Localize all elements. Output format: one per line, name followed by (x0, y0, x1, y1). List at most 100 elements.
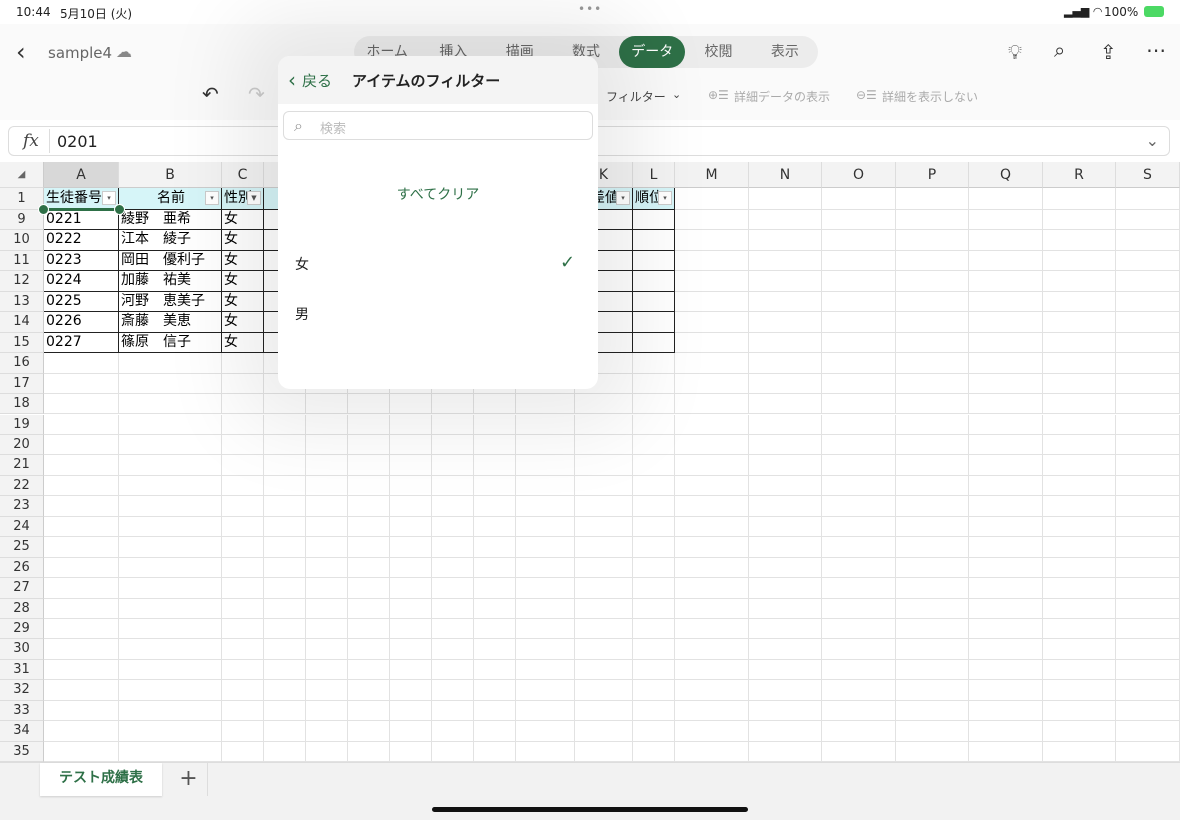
cell-N30[interactable] (749, 639, 822, 660)
filter-item-female[interactable]: 女 ✓ (278, 252, 598, 278)
column-header-O[interactable]: O (822, 162, 896, 188)
row-header-35[interactable]: 35 (0, 741, 44, 762)
cell-K21[interactable] (575, 455, 633, 476)
cell-L23[interactable] (633, 496, 675, 517)
row-header-18[interactable]: 18 (0, 394, 44, 415)
cell-Q28[interactable] (969, 598, 1043, 619)
cell-Q17[interactable] (969, 373, 1043, 395)
cell-B24[interactable] (119, 516, 222, 538)
cell-R30[interactable] (1043, 639, 1116, 660)
cell-B25[interactable] (119, 537, 222, 558)
row-header-21[interactable]: 21 (0, 455, 44, 476)
cell-P25[interactable] (896, 537, 969, 558)
cell-A32[interactable] (44, 680, 119, 701)
cell-G20[interactable] (390, 434, 432, 456)
cell-Q30[interactable] (969, 639, 1043, 660)
cell-S27[interactable] (1116, 578, 1180, 599)
cell-G23[interactable] (390, 496, 432, 517)
cell-C28[interactable] (222, 598, 264, 619)
cell-A35[interactable] (44, 741, 119, 762)
cell-E19[interactable] (306, 414, 348, 435)
cell-H26[interactable] (432, 557, 474, 579)
cell-I25[interactable] (474, 537, 516, 558)
cell-D32[interactable] (264, 680, 306, 701)
cell-G21[interactable] (390, 455, 432, 476)
cell-Q1[interactable] (969, 188, 1043, 210)
cell-K33[interactable] (575, 700, 633, 722)
cell-I22[interactable] (474, 475, 516, 497)
row-header-15[interactable]: 15 (0, 332, 44, 354)
cell-O19[interactable] (822, 414, 896, 435)
undo-icon[interactable]: ↶ (202, 82, 219, 106)
cell-J29[interactable] (516, 619, 575, 640)
cell-R24[interactable] (1043, 516, 1116, 538)
cell-R20[interactable] (1043, 434, 1116, 456)
cell-R11[interactable] (1043, 250, 1116, 272)
cell-N32[interactable] (749, 680, 822, 701)
hide-detail-button[interactable]: 詳細を表示しない (882, 88, 978, 105)
cell-F31[interactable] (348, 659, 390, 681)
cell-N10[interactable] (749, 230, 822, 251)
cell-S33[interactable] (1116, 700, 1180, 722)
cell-H35[interactable] (432, 741, 474, 762)
cell-M20[interactable] (675, 434, 749, 456)
cell-N17[interactable] (749, 373, 822, 395)
search-input[interactable]: ⌕ 検索 (283, 111, 593, 140)
cell-F34[interactable] (348, 721, 390, 742)
cell-P24[interactable] (896, 516, 969, 538)
cell-Q25[interactable] (969, 537, 1043, 558)
cell-P23[interactable] (896, 496, 969, 517)
cell-C15[interactable]: 女 (222, 332, 264, 354)
cell-C23[interactable] (222, 496, 264, 517)
cell-R14[interactable] (1043, 312, 1116, 333)
cell-A17[interactable] (44, 373, 119, 395)
cell-O28[interactable] (822, 598, 896, 619)
cell-S11[interactable] (1116, 250, 1180, 272)
cell-A16[interactable] (44, 353, 119, 374)
cell-Q10[interactable] (969, 230, 1043, 251)
cell-C22[interactable] (222, 475, 264, 497)
cell-P1[interactable] (896, 188, 969, 210)
cell-L10[interactable] (633, 230, 675, 251)
cell-S14[interactable] (1116, 312, 1180, 333)
cell-C34[interactable] (222, 721, 264, 742)
multitask-dots-icon[interactable]: ••• (578, 2, 602, 16)
cell-S18[interactable] (1116, 394, 1180, 415)
cell-S12[interactable] (1116, 271, 1180, 292)
column-header-B[interactable]: B (119, 162, 222, 188)
cell-R22[interactable] (1043, 475, 1116, 497)
cell-B9[interactable]: 綾野 亜希 (119, 210, 222, 231)
cell-G28[interactable] (390, 598, 432, 619)
row-header-20[interactable]: 20 (0, 434, 44, 456)
tab-data[interactable]: データ (619, 36, 686, 68)
cell-M23[interactable] (675, 496, 749, 517)
cell-H30[interactable] (432, 639, 474, 660)
column-header-L[interactable]: L (633, 162, 675, 188)
cell-M26[interactable] (675, 557, 749, 579)
cell-S20[interactable] (1116, 434, 1180, 456)
cell-N31[interactable] (749, 659, 822, 681)
sheet-tab-test-scores[interactable]: テスト成績表 (40, 763, 162, 796)
cell-H33[interactable] (432, 700, 474, 722)
cell-E28[interactable] (306, 598, 348, 619)
cell-O9[interactable] (822, 210, 896, 231)
cell-K32[interactable] (575, 680, 633, 701)
cell-J22[interactable] (516, 475, 575, 497)
cell-L18[interactable] (633, 394, 675, 415)
row-header-33[interactable]: 33 (0, 700, 44, 722)
cell-L19[interactable] (633, 414, 675, 435)
cell-B21[interactable] (119, 455, 222, 476)
cell-O27[interactable] (822, 578, 896, 599)
filter-dropdown-icon[interactable]: ▾ (616, 191, 630, 205)
cell-Q33[interactable] (969, 700, 1043, 722)
cell-R18[interactable] (1043, 394, 1116, 415)
cell-B13[interactable]: 河野 恵美子 (119, 291, 222, 313)
back-icon[interactable]: ‹ (16, 38, 26, 66)
cell-B29[interactable] (119, 619, 222, 640)
cell-R31[interactable] (1043, 659, 1116, 681)
cell-I26[interactable] (474, 557, 516, 579)
cell-A24[interactable] (44, 516, 119, 538)
row-header-29[interactable]: 29 (0, 619, 44, 640)
cell-N13[interactable] (749, 291, 822, 313)
cell-I28[interactable] (474, 598, 516, 619)
